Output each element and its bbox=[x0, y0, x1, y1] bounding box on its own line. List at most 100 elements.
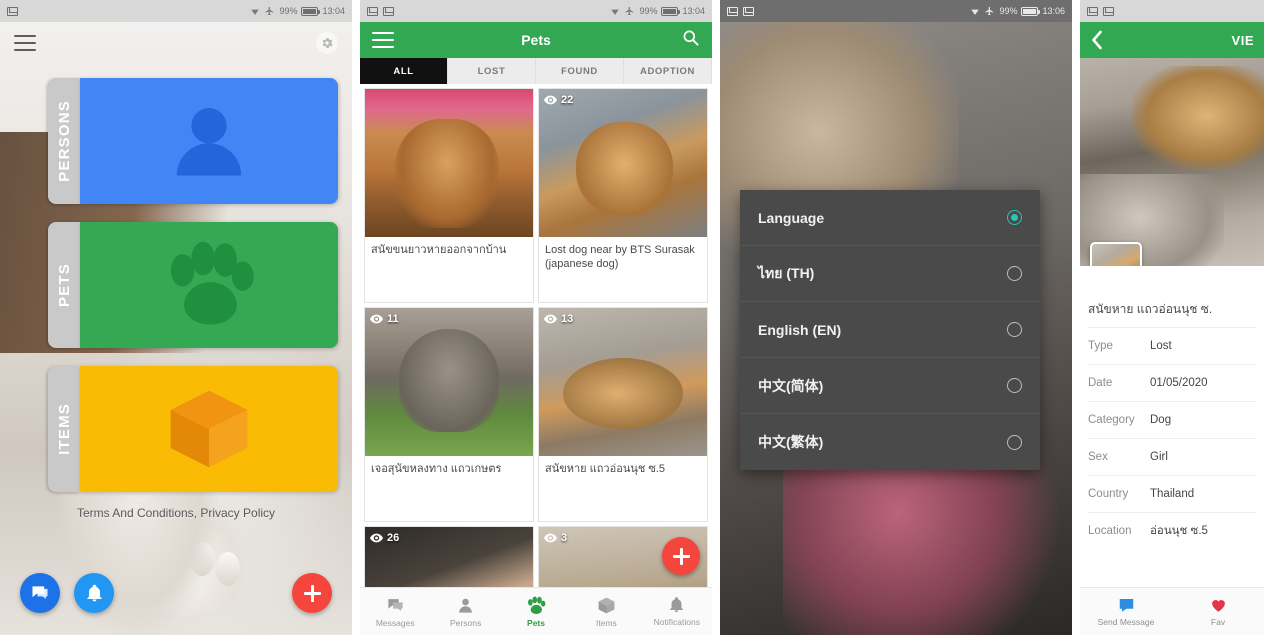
nav-label: Notifications bbox=[653, 617, 700, 627]
row-key: Sex bbox=[1088, 451, 1108, 463]
pet-card-caption: เจอสุนัขหลงทาง แถวเกษตร bbox=[371, 463, 502, 475]
nav-label: Persons bbox=[450, 617, 482, 628]
row-value: 01/05/2020 bbox=[1150, 377, 1208, 389]
pet-photo: 26 bbox=[365, 527, 533, 587]
tab-lost[interactable]: LOST bbox=[448, 58, 536, 84]
paw-icon bbox=[528, 595, 546, 614]
terms-and-privacy[interactable]: Terms And Conditions, Privacy Policy bbox=[0, 506, 352, 520]
table-row: Type Lost bbox=[1088, 327, 1256, 364]
landing-category-cards: PERSONS PETS ITEMS bbox=[48, 78, 338, 510]
tab-all[interactable]: ALL bbox=[360, 58, 448, 84]
wifi-icon bbox=[251, 9, 260, 15]
eye-icon bbox=[370, 533, 383, 543]
box-icon bbox=[170, 390, 248, 468]
status-bar bbox=[1080, 0, 1264, 22]
nav-item-items[interactable]: Items bbox=[571, 596, 641, 628]
view-count: 13 bbox=[544, 313, 573, 325]
table-row: Location อ่อนนุช ซ.5 bbox=[1088, 512, 1256, 549]
bottom-navigation: Messages Persons Pets Items Notification… bbox=[360, 587, 712, 635]
battery-icon bbox=[301, 6, 321, 16]
mail-icon bbox=[1087, 6, 1098, 16]
box-icon bbox=[598, 597, 615, 613]
nav-item-persons[interactable]: Persons bbox=[430, 596, 500, 628]
plus-icon bbox=[303, 584, 321, 602]
radio-button-icon[interactable] bbox=[1007, 434, 1022, 450]
language-option-chinese-traditional[interactable]: 中文(繁体) bbox=[740, 414, 1040, 470]
pet-card[interactable]: 11 เจอสุนัขหลงทาง แถวเกษตร bbox=[364, 307, 534, 522]
card-items[interactable]: ITEMS bbox=[48, 366, 338, 492]
hamburger-menu-icon[interactable] bbox=[14, 35, 36, 51]
chat-icon bbox=[388, 598, 403, 611]
terms-text[interactable]: Terms And Conditions, Privacy Policy bbox=[77, 506, 275, 520]
radio-button-icon[interactable] bbox=[1007, 210, 1022, 225]
airplane-icon bbox=[265, 6, 274, 16]
radio-button-icon[interactable] bbox=[1007, 322, 1022, 337]
card-pets[interactable]: PETS bbox=[48, 222, 338, 348]
action-label: Fav bbox=[1210, 617, 1226, 627]
add-fab[interactable] bbox=[662, 537, 700, 575]
pet-card[interactable]: 26 bbox=[364, 526, 534, 587]
card-pets-body[interactable] bbox=[80, 222, 338, 348]
status-bar-right: 99% 13:04 bbox=[250, 6, 345, 16]
nav-item-pets[interactable]: Pets bbox=[501, 595, 571, 628]
hamburger-menu-icon[interactable] bbox=[372, 32, 394, 48]
card-items-body[interactable] bbox=[80, 366, 338, 492]
row-key: Country bbox=[1088, 488, 1129, 500]
radio-button-icon[interactable] bbox=[1007, 378, 1022, 393]
tab-found[interactable]: FOUND bbox=[536, 58, 624, 84]
status-bar-left bbox=[367, 6, 394, 16]
status-bar: 99% 13:04 bbox=[0, 0, 352, 22]
pet-card[interactable]: 13 สนัขหาย แถวอ่อนนุช ซ.5 bbox=[538, 307, 708, 522]
pet-photo: 22 bbox=[539, 89, 707, 237]
person-icon bbox=[176, 108, 242, 176]
table-row: Date 01/05/2020 bbox=[1088, 364, 1256, 401]
nav-item-messages[interactable]: Messages bbox=[360, 596, 430, 628]
pet-card[interactable]: 22 Lost dog near by BTS Surasak (japanes… bbox=[538, 88, 708, 303]
row-value: Lost bbox=[1150, 340, 1172, 352]
panel-pets-list: 99% 13:04 Pets ALL LOST FOUND ADOPTION ส… bbox=[360, 0, 712, 635]
add-fab[interactable] bbox=[292, 573, 332, 613]
eye-icon bbox=[544, 95, 557, 105]
action-label: Send Message bbox=[1097, 617, 1155, 627]
language-option-label: 中文(繁体) bbox=[758, 434, 824, 450]
radio-button-icon[interactable] bbox=[1007, 266, 1022, 281]
messages-fab[interactable] bbox=[20, 573, 60, 613]
gear-icon[interactable] bbox=[316, 32, 338, 54]
language-option-label: English (EN) bbox=[758, 321, 842, 338]
pet-card[interactable]: สนัขขนยาวหายออกจากบ้าน bbox=[364, 88, 534, 303]
language-option-thai[interactable]: ไทย (TH) bbox=[740, 246, 1040, 302]
favorite-button[interactable]: Fav bbox=[1172, 596, 1264, 627]
card-persons-body[interactable] bbox=[80, 78, 338, 204]
detail-thumbnail[interactable] bbox=[1090, 242, 1142, 266]
battery-percent: 99% bbox=[639, 6, 658, 16]
back-chevron-icon[interactable] bbox=[1090, 30, 1103, 50]
status-bar-left bbox=[1087, 6, 1114, 16]
language-option-chinese-simplified[interactable]: 中文(简体) bbox=[740, 358, 1040, 414]
nav-label: Items bbox=[596, 617, 617, 628]
send-message-button[interactable]: Send Message bbox=[1080, 596, 1172, 627]
eye-icon bbox=[370, 314, 383, 324]
chat-icon bbox=[1119, 599, 1133, 612]
tab-adoption[interactable]: ADOPTION bbox=[624, 58, 712, 84]
status-bar-left bbox=[7, 6, 18, 16]
status-bar: 99% 13:06 bbox=[720, 0, 1072, 22]
clock: 13:04 bbox=[322, 6, 345, 16]
landing-fab-row bbox=[0, 573, 352, 613]
notifications-fab[interactable] bbox=[74, 573, 114, 613]
card-persons-label: PERSONS bbox=[55, 100, 73, 182]
search-icon[interactable] bbox=[681, 28, 700, 52]
detail-table: Type Lost Date 01/05/2020 Category Dog S… bbox=[1080, 327, 1264, 549]
card-persons[interactable]: PERSONS bbox=[48, 78, 338, 204]
clock: 13:06 bbox=[1042, 6, 1065, 16]
pet-card-caption: สนัขหาย แถวอ่อนนุช ซ.5 bbox=[545, 463, 666, 475]
card-persons-tab[interactable]: PERSONS bbox=[48, 78, 80, 204]
table-row: Category Dog bbox=[1088, 401, 1256, 438]
row-value: Dog bbox=[1150, 414, 1172, 426]
card-items-tab[interactable]: ITEMS bbox=[48, 366, 80, 492]
language-option-english[interactable]: English (EN) bbox=[740, 302, 1040, 358]
language-option-language[interactable]: Language bbox=[740, 190, 1040, 246]
nav-item-notifications[interactable]: Notifications bbox=[642, 596, 712, 627]
card-pets-tab[interactable]: PETS bbox=[48, 222, 80, 348]
mail-icon bbox=[383, 6, 394, 16]
view-count: 26 bbox=[370, 532, 399, 544]
